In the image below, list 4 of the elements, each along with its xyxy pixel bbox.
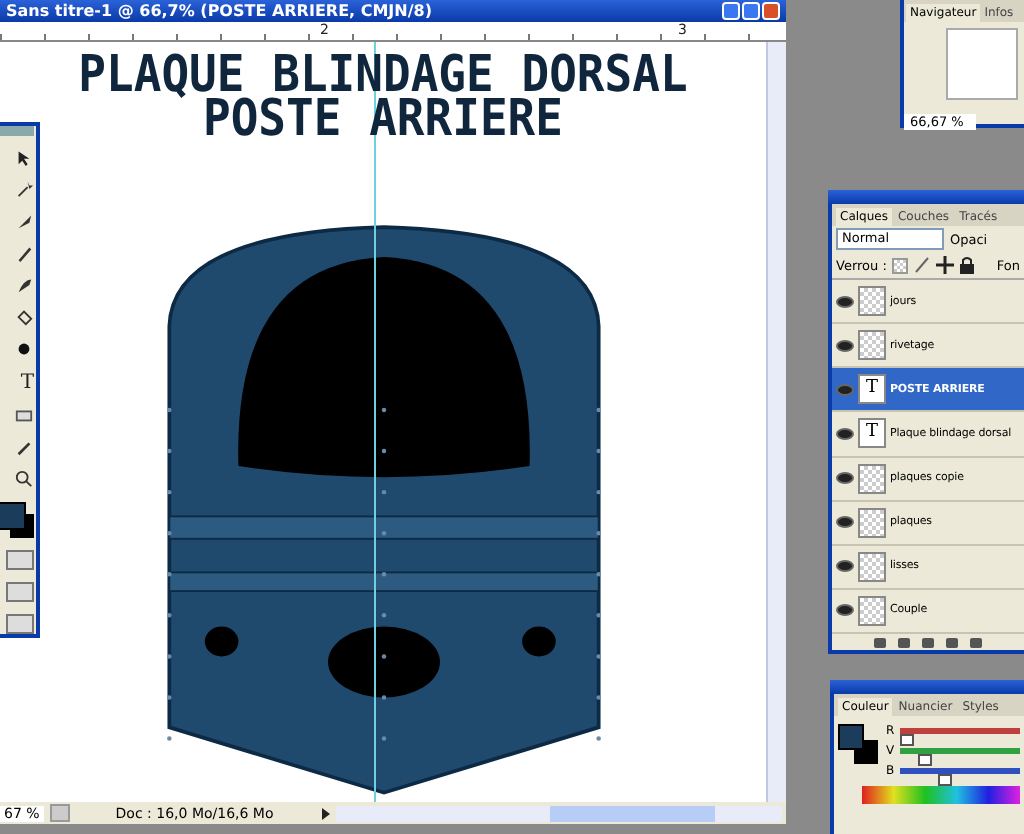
- text-tool[interactable]: T: [20, 371, 34, 394]
- text-layer-thumbnail: T: [858, 374, 886, 405]
- window-title: Sans titre-1 @ 66,7% (POSTE ARRIERE, CMJN/8): [6, 2, 432, 20]
- text-layer-thumbnail: T: [858, 418, 886, 449]
